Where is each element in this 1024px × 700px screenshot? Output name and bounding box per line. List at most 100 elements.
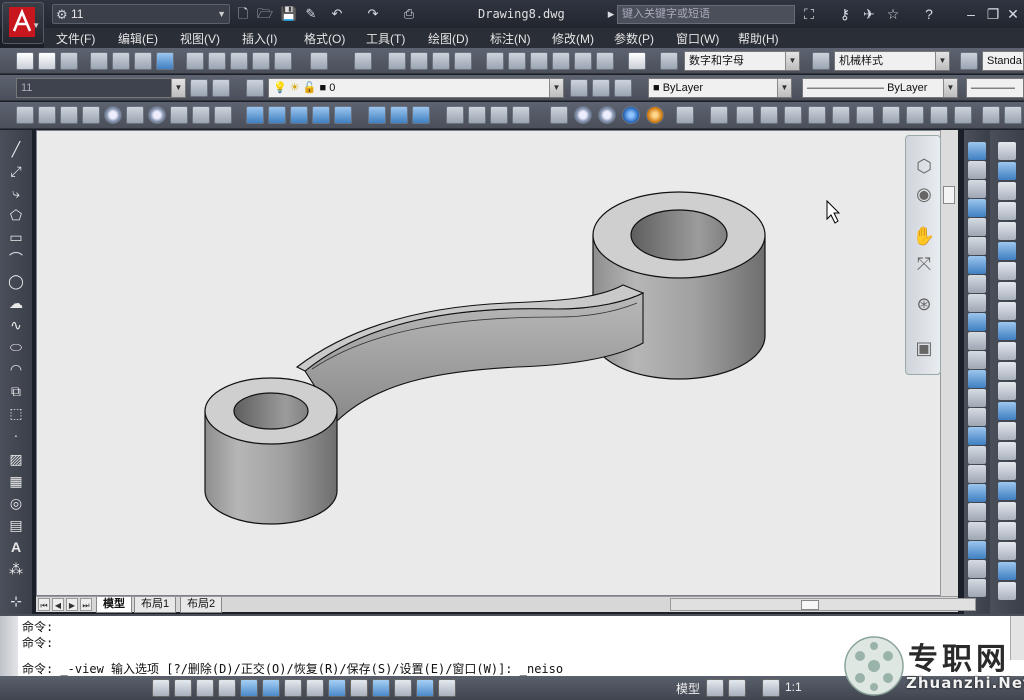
dim-style-dropdown[interactable]: 机械样式 ▼ bbox=[834, 51, 950, 71]
help-icon[interactable] bbox=[628, 52, 646, 70]
transparency-icon[interactable] bbox=[394, 679, 412, 697]
line-icon[interactable]: ╱ bbox=[6, 140, 26, 158]
design-center-icon[interactable] bbox=[508, 52, 526, 70]
tab-layout1[interactable]: 布局1 bbox=[134, 597, 177, 613]
join-icon[interactable] bbox=[968, 389, 986, 407]
zoom-realtime-icon[interactable] bbox=[410, 52, 428, 70]
menu-file[interactable]: 文件(F) bbox=[56, 30, 95, 47]
workspace-dropdown[interactable]: ⚙ 11 ▼ bbox=[52, 4, 230, 24]
copy-icon[interactable] bbox=[208, 52, 226, 70]
menu-format[interactable]: 格式(O) bbox=[304, 30, 345, 47]
intersect-icon[interactable] bbox=[412, 106, 430, 124]
workspace-combo[interactable]: 11 ▼ bbox=[16, 78, 186, 98]
match-properties-icon[interactable] bbox=[252, 52, 270, 70]
revcloud-icon[interactable]: ☁ bbox=[6, 294, 26, 312]
menu-insert[interactable]: 插入(I) bbox=[242, 30, 277, 47]
leader-icon[interactable] bbox=[998, 462, 1016, 480]
gradient-icon[interactable]: ▦ bbox=[6, 472, 26, 490]
text-style-icon[interactable] bbox=[660, 52, 678, 70]
named-views-icon[interactable] bbox=[710, 106, 728, 124]
close-icon[interactable]: ✕ bbox=[1004, 5, 1022, 23]
tool-palettes-icon[interactable] bbox=[530, 52, 548, 70]
edit-polyline-icon[interactable] bbox=[968, 484, 986, 502]
tab-model[interactable]: 模型 bbox=[96, 597, 132, 613]
edit-hatch-icon[interactable] bbox=[968, 522, 986, 540]
layer-iso-icon[interactable] bbox=[998, 522, 1016, 540]
annotation-scale-value[interactable]: 1:1 bbox=[785, 680, 802, 694]
explode-icon[interactable] bbox=[968, 465, 986, 483]
front-view-icon[interactable] bbox=[832, 106, 850, 124]
region-icon[interactable]: ◎ bbox=[6, 494, 26, 512]
print-icon[interactable]: ⎙ bbox=[400, 5, 418, 23]
make-block-icon[interactable]: ⬚ bbox=[6, 404, 26, 422]
ucs-icon[interactable]: ⊹ bbox=[6, 592, 26, 610]
cylinder-icon[interactable] bbox=[126, 106, 144, 124]
edit-spline-icon[interactable] bbox=[968, 503, 986, 521]
open-icon[interactable] bbox=[38, 52, 56, 70]
ortho-mode-icon[interactable] bbox=[218, 679, 236, 697]
erase-icon[interactable] bbox=[968, 142, 986, 160]
new-icon[interactable]: 🗋 bbox=[234, 5, 252, 23]
menu-modify[interactable]: 修改(M) bbox=[552, 30, 594, 47]
layer-manager-icon[interactable] bbox=[246, 79, 264, 97]
tolerance-icon[interactable] bbox=[998, 482, 1016, 500]
realistic-style-icon[interactable] bbox=[622, 106, 640, 124]
point-icon[interactable]: · bbox=[6, 426, 26, 444]
top-view-icon[interactable] bbox=[736, 106, 754, 124]
horizontal-scroll-thumb[interactable] bbox=[801, 600, 819, 610]
pyramid-icon[interactable] bbox=[170, 106, 188, 124]
layer-state-icon[interactable] bbox=[614, 79, 632, 97]
showmotion-icon[interactable]: ▣ bbox=[912, 336, 936, 360]
torus-icon[interactable] bbox=[148, 106, 166, 124]
scale-2d-icon[interactable] bbox=[998, 282, 1016, 300]
minimize-icon[interactable]: – bbox=[962, 5, 980, 23]
quick-properties-icon[interactable] bbox=[416, 679, 434, 697]
customize-icon[interactable] bbox=[212, 79, 230, 97]
dimension-baseline-icon[interactable] bbox=[998, 422, 1016, 440]
favorites-star-icon[interactable]: ☆ bbox=[884, 5, 902, 23]
open-icon[interactable]: 🗁 bbox=[256, 5, 274, 23]
left-view-icon[interactable] bbox=[784, 106, 802, 124]
box-icon[interactable] bbox=[38, 106, 56, 124]
3d-align-icon[interactable] bbox=[490, 106, 508, 124]
quickcalc-icon[interactable] bbox=[596, 52, 614, 70]
toolbar-more-icon[interactable] bbox=[1004, 106, 1022, 124]
brush-icon[interactable] bbox=[998, 142, 1016, 160]
add-selected-icon[interactable]: ⁂ bbox=[6, 560, 26, 578]
offset-icon[interactable] bbox=[968, 199, 986, 217]
helix-icon[interactable] bbox=[192, 106, 210, 124]
polyline-icon[interactable]: ⤷ bbox=[6, 184, 26, 202]
polygon-icon[interactable]: ⬠ bbox=[6, 206, 26, 224]
union-icon[interactable] bbox=[368, 106, 386, 124]
extrude-icon[interactable] bbox=[246, 106, 264, 124]
dim-style-icon[interactable] bbox=[812, 52, 830, 70]
sheet-set-icon[interactable] bbox=[552, 52, 570, 70]
table-style-icon[interactable] bbox=[960, 52, 978, 70]
infer-constraints-icon[interactable] bbox=[152, 679, 170, 697]
markup-icon[interactable] bbox=[574, 52, 592, 70]
first-tab-arrow-icon[interactable]: ⏮ bbox=[38, 598, 50, 611]
polar-tracking-icon[interactable] bbox=[240, 679, 258, 697]
camera-icon[interactable] bbox=[982, 106, 1000, 124]
new-icon[interactable] bbox=[16, 52, 34, 70]
menu-tools[interactable]: 工具(T) bbox=[366, 30, 405, 47]
restore-icon[interactable]: ❐ bbox=[984, 5, 1002, 23]
object-snap-icon[interactable] bbox=[262, 679, 280, 697]
command-window-grip[interactable] bbox=[0, 616, 18, 678]
prev-tab-arrow-icon[interactable]: ◀ bbox=[52, 598, 64, 611]
properties-icon[interactable] bbox=[486, 52, 504, 70]
break-at-point-icon[interactable] bbox=[968, 351, 986, 369]
menu-help[interactable]: 帮助(H) bbox=[738, 30, 779, 47]
dimension-aligned-icon[interactable] bbox=[998, 322, 1016, 340]
dimension-angular-icon[interactable] bbox=[998, 402, 1016, 420]
drawing-viewport[interactable] bbox=[36, 130, 958, 596]
save-icon[interactable] bbox=[60, 52, 78, 70]
sweep-icon[interactable] bbox=[290, 106, 308, 124]
presspull-icon[interactable] bbox=[268, 106, 286, 124]
command-prompt-line[interactable]: 命令: _-view 输入选项 [?/删除(D)/正交(O)/恢复(R)/保存(… bbox=[22, 660, 563, 677]
text-style-dropdown[interactable]: 数字和字母 ▼ bbox=[684, 51, 800, 71]
mirror-icon[interactable] bbox=[968, 180, 986, 198]
sphere-icon[interactable] bbox=[104, 106, 122, 124]
rotate-icon[interactable] bbox=[968, 256, 986, 274]
application-menu-button[interactable]: ▼ bbox=[2, 2, 44, 44]
